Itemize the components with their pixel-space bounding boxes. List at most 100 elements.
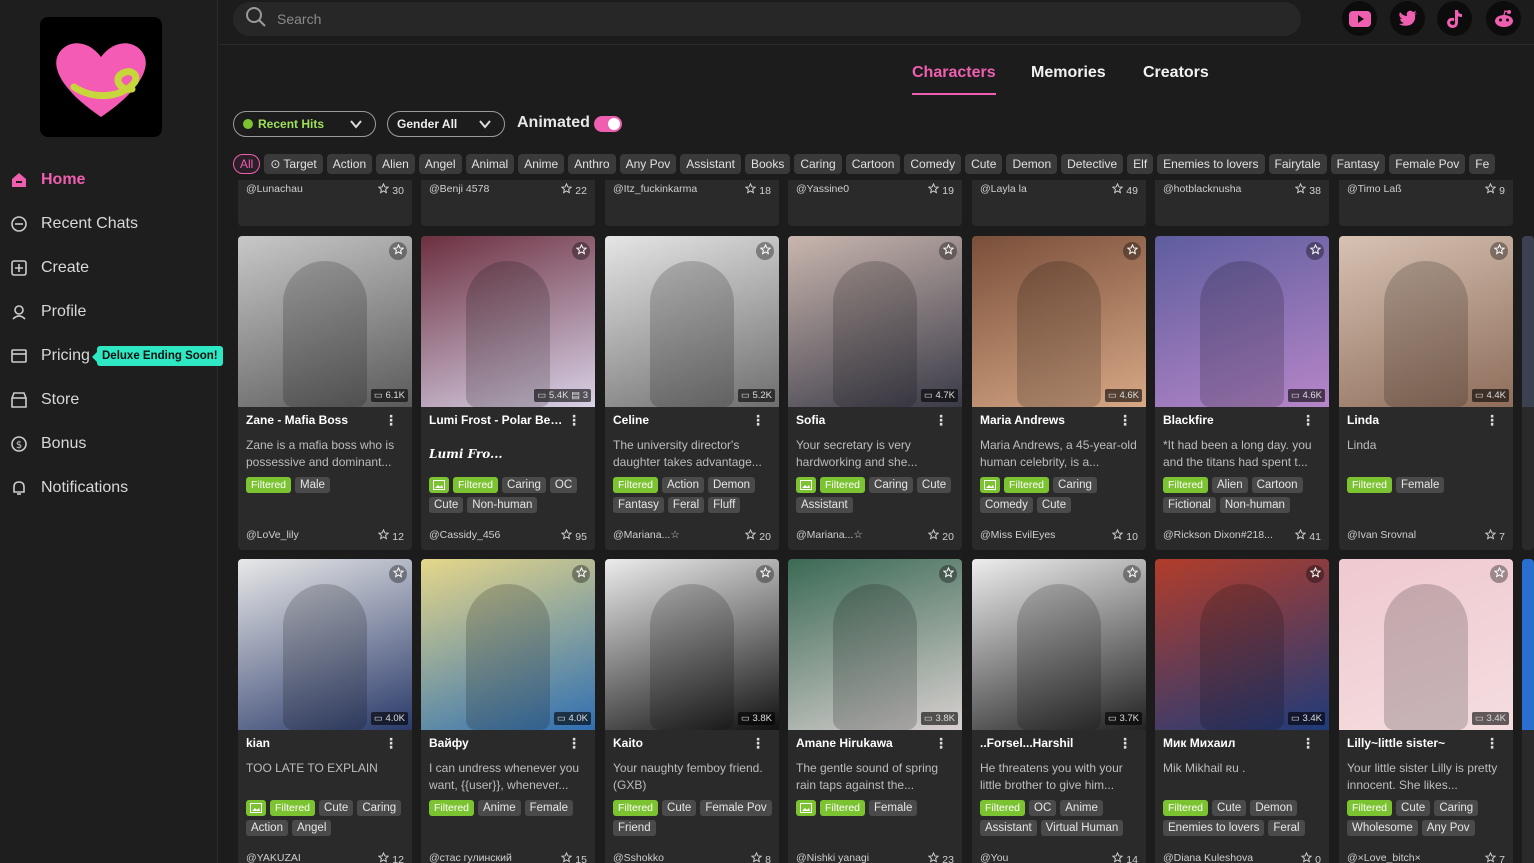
tag-chip[interactable]: Anime bbox=[478, 800, 521, 816]
creator-name[interactable]: @Timo Laß bbox=[1347, 183, 1402, 195]
favorite-button[interactable] bbox=[572, 565, 590, 583]
character-card[interactable]: @Lunachau 30 bbox=[238, 180, 412, 226]
tag-chip[interactable]: Angel bbox=[291, 820, 332, 836]
character-name[interactable]: Amane Hirukawa bbox=[796, 736, 936, 750]
character-card[interactable]: @Timo Laß 9 bbox=[1339, 180, 1513, 226]
creator-name[interactable]: @Mariana...☆ bbox=[613, 529, 680, 541]
tag-chip[interactable]: ⊙ Target bbox=[264, 154, 323, 174]
tag-chip[interactable]: Caring bbox=[794, 154, 842, 174]
more-options-icon[interactable]: ⋮ bbox=[1485, 412, 1499, 429]
search-bar[interactable] bbox=[233, 2, 1301, 36]
tag-chip[interactable]: Friend bbox=[613, 820, 656, 836]
character-name[interactable]: Maria Andrews bbox=[980, 413, 1120, 427]
sidebar-item-notifications[interactable]: Notifications bbox=[0, 466, 218, 510]
character-card[interactable]: ▭ 4.0K Вайфу ⋮ I can undress whenever you w… bbox=[421, 559, 595, 863]
tiktok-icon[interactable] bbox=[1437, 1, 1472, 36]
favorite-button[interactable] bbox=[1306, 565, 1324, 583]
tag-chip[interactable]: Any Pov bbox=[1421, 820, 1475, 836]
favorite-button[interactable] bbox=[1123, 242, 1141, 260]
tag-chip[interactable]: Fantasy bbox=[613, 497, 664, 513]
tag-chip[interactable]: Cute bbox=[1396, 800, 1431, 816]
sidebar-item-recent-chats[interactable]: Recent Chats bbox=[0, 202, 218, 246]
character-name[interactable]: Linda bbox=[1347, 413, 1487, 427]
tag-chip[interactable]: Fairytale bbox=[1268, 154, 1327, 174]
favorite-button[interactable] bbox=[939, 242, 957, 260]
tag-chip[interactable]: Filtered bbox=[246, 477, 292, 493]
character-name[interactable]: Celine bbox=[613, 413, 753, 427]
favorite-button[interactable] bbox=[756, 565, 774, 583]
tag-chip[interactable]: Books bbox=[744, 154, 791, 174]
tag-chip[interactable]: Action bbox=[246, 820, 288, 836]
character-card[interactable]: ▭ 5.2K Celine ⋮ The university director's d… bbox=[605, 236, 779, 550]
tag-chip[interactable]: Demon bbox=[707, 477, 756, 493]
more-options-icon[interactable]: ⋮ bbox=[751, 412, 765, 429]
character-image[interactable] bbox=[788, 559, 962, 730]
tag-chip[interactable]: Caring bbox=[1434, 800, 1479, 816]
tag-chip[interactable]: Female bbox=[1396, 477, 1445, 493]
tag-chip[interactable]: Feral bbox=[667, 497, 705, 513]
tag-chip[interactable]: Anime bbox=[1060, 800, 1103, 816]
creator-name[interactable]: @You bbox=[980, 852, 1008, 863]
more-options-icon[interactable]: ⋮ bbox=[567, 735, 581, 752]
tag-chip[interactable]: Caring bbox=[1053, 477, 1097, 493]
favorite-button[interactable] bbox=[1490, 242, 1508, 260]
favorite-button[interactable] bbox=[389, 565, 407, 583]
favorite-button[interactable] bbox=[1306, 242, 1324, 260]
tag-chip[interactable]: Non-human bbox=[467, 497, 538, 513]
tag-chip[interactable]: Caring bbox=[357, 800, 402, 816]
character-image[interactable] bbox=[1155, 559, 1329, 730]
more-options-icon[interactable]: ⋮ bbox=[567, 412, 581, 429]
tag-chip[interactable]: Filtered bbox=[429, 800, 475, 816]
tag-chip[interactable]: Filtered bbox=[1004, 477, 1050, 493]
tab-creators[interactable]: Creators bbox=[1143, 64, 1209, 82]
tag-chip[interactable]: Filtered bbox=[613, 800, 659, 816]
character-card[interactable]: ▭ 3.7K ..Forsel...Harshil ⋮ He threatens yo… bbox=[972, 559, 1146, 863]
gender-dropdown[interactable]: Gender All bbox=[387, 111, 505, 137]
sidebar-item-pricing[interactable]: Pricing Deluxe Ending Soon! bbox=[0, 334, 223, 378]
tag-chip[interactable]: Filtered bbox=[820, 477, 866, 493]
character-card[interactable]: @Layla la 49 bbox=[972, 180, 1146, 226]
creator-name[interactable]: @Diana Kuleshova bbox=[1163, 852, 1253, 863]
character-name[interactable]: Lumi Frost - Polar Bear ... bbox=[429, 413, 569, 427]
sidebar-item-home[interactable]: Home bbox=[0, 158, 218, 202]
creator-name[interactable]: @стас гулинский bbox=[429, 852, 512, 863]
character-image[interactable] bbox=[1522, 236, 1534, 407]
character-name[interactable]: Мик Михаил bbox=[1163, 736, 1303, 750]
tag-chip[interactable]: Filtered bbox=[453, 477, 499, 493]
character-image[interactable] bbox=[972, 236, 1146, 407]
character-card[interactable]: ▭ 6.1K Zane - Mafia Boss ⋮ Zane is a mafia … bbox=[238, 236, 412, 550]
tag-chip[interactable]: OC bbox=[1029, 800, 1057, 816]
tag-chip[interactable]: Cartoon bbox=[1251, 477, 1303, 493]
tag-chip[interactable]: Comedy bbox=[904, 154, 962, 174]
character-card[interactable] bbox=[1522, 559, 1534, 863]
tag-chip[interactable]: Any Pov bbox=[619, 154, 677, 174]
tag-chip[interactable]: Anthro bbox=[568, 154, 616, 174]
character-card[interactable]: ▭ 4.6K Maria Andrews ⋮ Maria Andrews, a 45-… bbox=[972, 236, 1146, 550]
character-image[interactable] bbox=[1155, 236, 1329, 407]
tag-chip[interactable]: Assistant bbox=[980, 820, 1037, 836]
creator-name[interactable]: @Ivan Srovnal bbox=[1347, 529, 1416, 541]
tag-chip[interactable]: Filtered bbox=[820, 800, 866, 816]
character-image[interactable] bbox=[421, 236, 595, 407]
character-name[interactable]: Lilly~little sister~ bbox=[1347, 736, 1487, 750]
creator-name[interactable]: @Yassine0 bbox=[796, 183, 849, 195]
more-options-icon[interactable]: ⋮ bbox=[934, 735, 948, 752]
character-image[interactable] bbox=[238, 236, 412, 407]
tag-chip[interactable]: Cute bbox=[916, 477, 952, 493]
tag-chip[interactable]: Wholesome bbox=[1347, 820, 1418, 836]
favorite-button[interactable] bbox=[939, 565, 957, 583]
tag-chip[interactable]: Assistant bbox=[680, 154, 741, 174]
tag-chip[interactable]: Enemies to lovers bbox=[1157, 154, 1265, 174]
character-card[interactable] bbox=[1522, 236, 1534, 550]
character-card[interactable]: ▭ 3.8K Kaito ⋮ Your naughty femboy friend. … bbox=[605, 559, 779, 863]
tag-chip[interactable]: OC bbox=[549, 477, 578, 493]
tag-chip[interactable]: Elf bbox=[1127, 154, 1154, 174]
character-image[interactable] bbox=[421, 559, 595, 730]
tag-chip[interactable]: Demon bbox=[1006, 154, 1058, 174]
favorite-button[interactable] bbox=[1490, 565, 1508, 583]
creator-name[interactable]: @hotblacknusha bbox=[1163, 183, 1241, 195]
tag-chip[interactable]: Fantasy bbox=[1330, 154, 1386, 174]
reddit-icon[interactable] bbox=[1486, 1, 1521, 36]
character-image[interactable] bbox=[788, 236, 962, 407]
character-card[interactable]: ▭ 4.4K Linda ⋮ Linda Filtered Female @Ivan Sro… bbox=[1339, 236, 1513, 550]
